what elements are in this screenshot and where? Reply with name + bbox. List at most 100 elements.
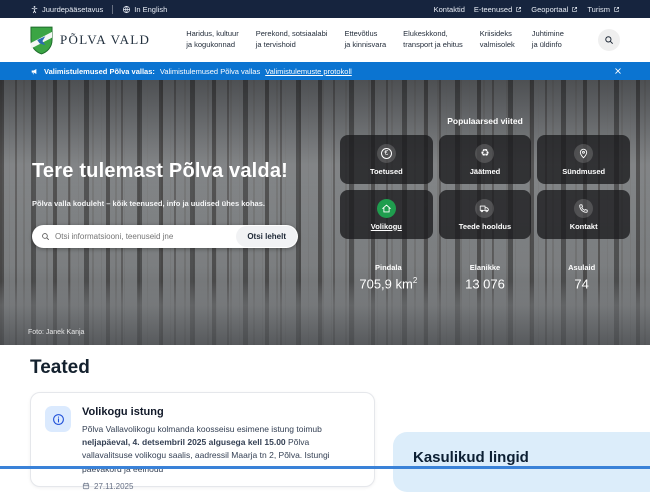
- popular-links-panel: Populaarsed viited € Toetused ♻ Jäätmed …: [340, 116, 630, 291]
- site-header: PÕLVA VALD Haridus, kultuur ja kogukonna…: [0, 18, 650, 62]
- tile-sundmused[interactable]: Sündmused: [537, 135, 630, 184]
- nav-item-kriisideks[interactable]: Kriisideks valmisolek: [480, 29, 515, 51]
- hero-banner: Tere tulemast Põlva valda! Põlva valla k…: [0, 80, 650, 345]
- notice-content: Volikogu istung Põlva Vallavolikogu kolm…: [82, 406, 360, 473]
- nav-label-line: Juhtimine: [532, 29, 564, 38]
- stat-elanikke: Elanikke 13 076: [437, 263, 534, 291]
- notice-date-row: 27.11.2025: [82, 482, 360, 491]
- nav-label-line: Perekond, sotsiaalabi: [256, 29, 328, 38]
- notice-card-volikogu-istung[interactable]: Volikogu istung Põlva Vallavolikogu kolm…: [30, 392, 375, 487]
- quick-link-tiles: € Toetused ♻ Jäätmed Sündmused: [340, 135, 630, 239]
- phone-icon: [574, 199, 593, 218]
- nav-item-perekond[interactable]: Perekond, sotsiaalabi ja tervishoid: [256, 29, 328, 51]
- stat-value: 705,9 km2: [340, 276, 437, 291]
- truck-icon: [475, 199, 494, 218]
- photo-credit: Foto: Janek Kanja: [28, 329, 84, 336]
- external-link-icon: [571, 6, 578, 13]
- utility-bar-right: Kontaktid E-teenused Geoportaal Turism: [434, 5, 620, 14]
- topbar-link-label: Turism: [587, 5, 610, 14]
- hero-title: Tere tulemast Põlva valda!: [32, 160, 288, 183]
- language-label: In English: [134, 5, 167, 14]
- tile-label: Jäätmed: [470, 167, 500, 176]
- recycle-icon: ♻: [475, 144, 494, 163]
- globe-icon: [122, 5, 131, 14]
- tile-label: Sündmused: [562, 167, 605, 176]
- hero-search-input[interactable]: [50, 232, 235, 241]
- info-icon: [45, 406, 71, 432]
- topbar-link-label: E-teenused: [474, 5, 512, 14]
- stat-pindala: Pindala 705,9 km2: [340, 263, 437, 291]
- notice-body-bold: neljapäeval, 4. detsembril 2025 algusega…: [82, 437, 286, 447]
- tile-label: Teede hooldus: [459, 222, 511, 231]
- hero-subtitle: Põlva valla koduleht – kõik teenused, in…: [32, 199, 265, 208]
- calendar-icon: [82, 482, 90, 490]
- tile-jaatmed[interactable]: ♻ Jäätmed: [439, 135, 532, 184]
- alert-bold-text: Valimistulemused Põlva vallas:: [44, 67, 155, 76]
- nav-label-line: ja kinnisvara: [344, 40, 386, 49]
- stat-superscript: 2: [413, 276, 417, 285]
- tile-toetused[interactable]: € Toetused: [340, 135, 433, 184]
- stat-number: 705,9 km: [359, 276, 412, 291]
- nav-label-line: ja üldinfo: [532, 40, 562, 49]
- notice-title: Volikogu istung: [82, 406, 360, 418]
- search-icon: [41, 232, 50, 241]
- hero-search-submit-button[interactable]: Otsi lehelt: [236, 226, 297, 247]
- nav-label-line: ja kogukonnad: [186, 40, 235, 49]
- topbar-link-kontaktid[interactable]: Kontaktid: [434, 5, 465, 14]
- nav-label-line: ja tervishoid: [256, 40, 296, 49]
- alert-text: Valimistulemused Põlva vallas: [160, 67, 260, 76]
- euro-icon: €: [377, 144, 396, 163]
- tile-volikogu[interactable]: Volikogu: [340, 190, 433, 239]
- popular-links-heading: Populaarsed viited: [340, 116, 630, 126]
- stat-label: Asulaid: [533, 263, 630, 272]
- stat-label: Pindala: [340, 263, 437, 272]
- accessibility-label: Juurdepääsetavus: [42, 5, 103, 14]
- accessibility-icon: [30, 5, 39, 14]
- topbar-link-eteenused[interactable]: E-teenused: [474, 5, 522, 14]
- tile-kontakt[interactable]: Kontakt: [537, 190, 630, 239]
- topbar-link-turism[interactable]: Turism: [587, 5, 620, 14]
- nav-label-line: valmisolek: [480, 40, 515, 49]
- home-icon: [377, 199, 396, 218]
- main-nav: Haridus, kultuur ja kogukonnad Perekond,…: [186, 29, 586, 51]
- nav-item-haridus[interactable]: Haridus, kultuur ja kogukonnad: [186, 29, 239, 51]
- site-logo[interactable]: PÕLVA VALD: [30, 26, 150, 55]
- utility-bar-left: Juurdepääsetavus In English: [30, 5, 167, 14]
- topbar-link-geoportaal[interactable]: Geoportaal: [531, 5, 578, 14]
- language-link[interactable]: In English: [122, 5, 167, 14]
- hero-search-bar: Otsi lehelt: [32, 225, 298, 248]
- alert-close-button[interactable]: [614, 67, 622, 75]
- nav-label-line: Elukeskkond,: [403, 29, 448, 38]
- tile-teede-hooldus[interactable]: Teede hooldus: [439, 190, 532, 239]
- stat-number: 74: [574, 276, 588, 291]
- stat-label: Elanikke: [437, 263, 534, 272]
- nav-item-ettevotlus[interactable]: Ettevõtlus ja kinnisvara: [344, 29, 386, 51]
- search-icon: [604, 35, 614, 45]
- logo-wordmark: PÕLVA VALD: [60, 32, 150, 48]
- nav-label-line: Kriisideks: [480, 29, 512, 38]
- nav-label-line: Ettevõtlus: [344, 29, 377, 38]
- external-link-icon: [515, 6, 522, 13]
- accessibility-link[interactable]: Juurdepääsetavus: [30, 5, 103, 14]
- announcement-icon: [30, 67, 39, 76]
- tile-label: Volikogu: [371, 222, 402, 231]
- close-icon: [614, 67, 622, 75]
- utility-bar: Juurdepääsetavus In English Kontaktid E-…: [0, 0, 650, 18]
- header-search-button[interactable]: [598, 29, 620, 51]
- tile-label: Toetused: [370, 167, 403, 176]
- useful-links-panel: Kasulikud lingid: [393, 432, 650, 492]
- stat-asulaid: Asulaid 74: [533, 263, 630, 291]
- topbar-divider: [112, 5, 113, 14]
- stat-number: 13 076: [465, 276, 505, 291]
- pin-icon: [574, 144, 593, 163]
- coat-of-arms-icon: [30, 26, 53, 55]
- stat-value: 13 076: [437, 276, 534, 291]
- nav-item-juhtimine[interactable]: Juhtimine ja üldinfo: [532, 29, 564, 51]
- tile-label: Kontakt: [570, 222, 598, 231]
- nav-label-line: transport ja ehitus: [403, 40, 463, 49]
- alert-protocol-link[interactable]: Valimistulemuste protokoll: [265, 67, 352, 76]
- alert-bar: Valimistulemused Põlva vallas: Valimistu…: [0, 62, 650, 80]
- section-heading-teated: Teated: [30, 357, 90, 379]
- nav-label-line: Haridus, kultuur: [186, 29, 239, 38]
- nav-item-elukeskkond[interactable]: Elukeskkond, transport ja ehitus: [403, 29, 463, 51]
